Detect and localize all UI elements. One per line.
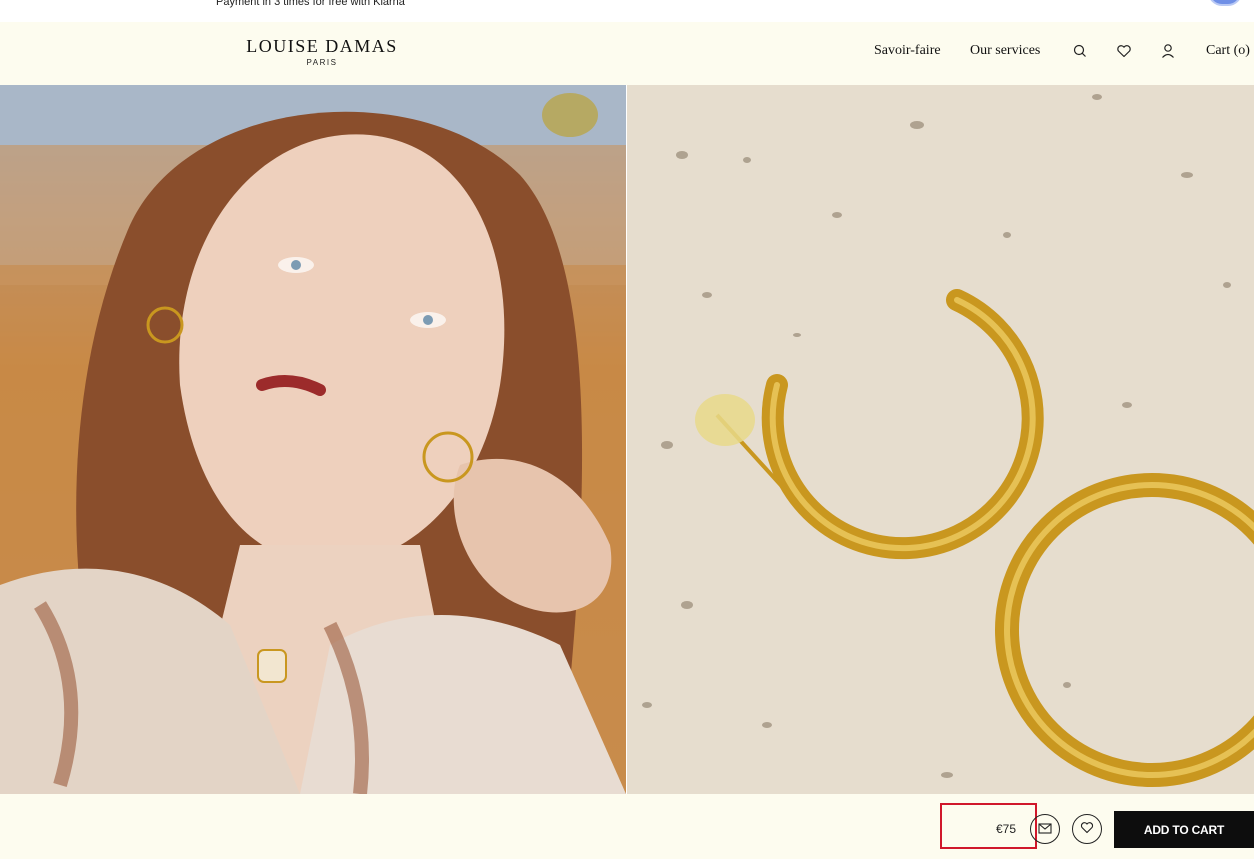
model-photo[interactable] — [0, 85, 626, 794]
heart-icon[interactable] — [1115, 42, 1133, 60]
nav-savoir-faire[interactable]: Savoir-faire — [874, 43, 941, 59]
brand-logo[interactable]: LOUISE DAMAS PARIS — [246, 36, 398, 68]
user-icon[interactable] — [1159, 42, 1177, 60]
product-gallery — [0, 85, 1254, 794]
nav-our-services[interactable]: Our services — [970, 43, 1040, 59]
add-to-cart-button[interactable]: ADD TO CART — [1114, 811, 1254, 848]
logo-name: LOUISE DAMAS — [246, 36, 398, 56]
site-header: LOUISE DAMAS PARIS Savoir-faire Our serv… — [0, 22, 1254, 85]
search-icon[interactable] — [1071, 42, 1089, 60]
earrings-photo[interactable] — [627, 85, 1254, 794]
product-price: €75 — [996, 822, 1017, 836]
heart-icon — [1080, 821, 1094, 837]
logo-city: PARIS — [306, 58, 338, 67]
wishlist-button[interactable] — [1072, 814, 1102, 844]
buy-bar: €75 ADD TO CART — [0, 794, 1254, 859]
nav-cart[interactable]: Cart (o) — [1206, 43, 1250, 59]
mail-icon — [1038, 822, 1052, 837]
promo-badge[interactable] — [1208, 0, 1242, 6]
price-highlight-box — [940, 803, 1037, 849]
contact-button[interactable] — [1030, 814, 1060, 844]
promo-bar: Payment in 3 times for free with Klarna — [0, 0, 1254, 22]
promo-text: Payment in 3 times for free with Klarna — [216, 0, 405, 8]
